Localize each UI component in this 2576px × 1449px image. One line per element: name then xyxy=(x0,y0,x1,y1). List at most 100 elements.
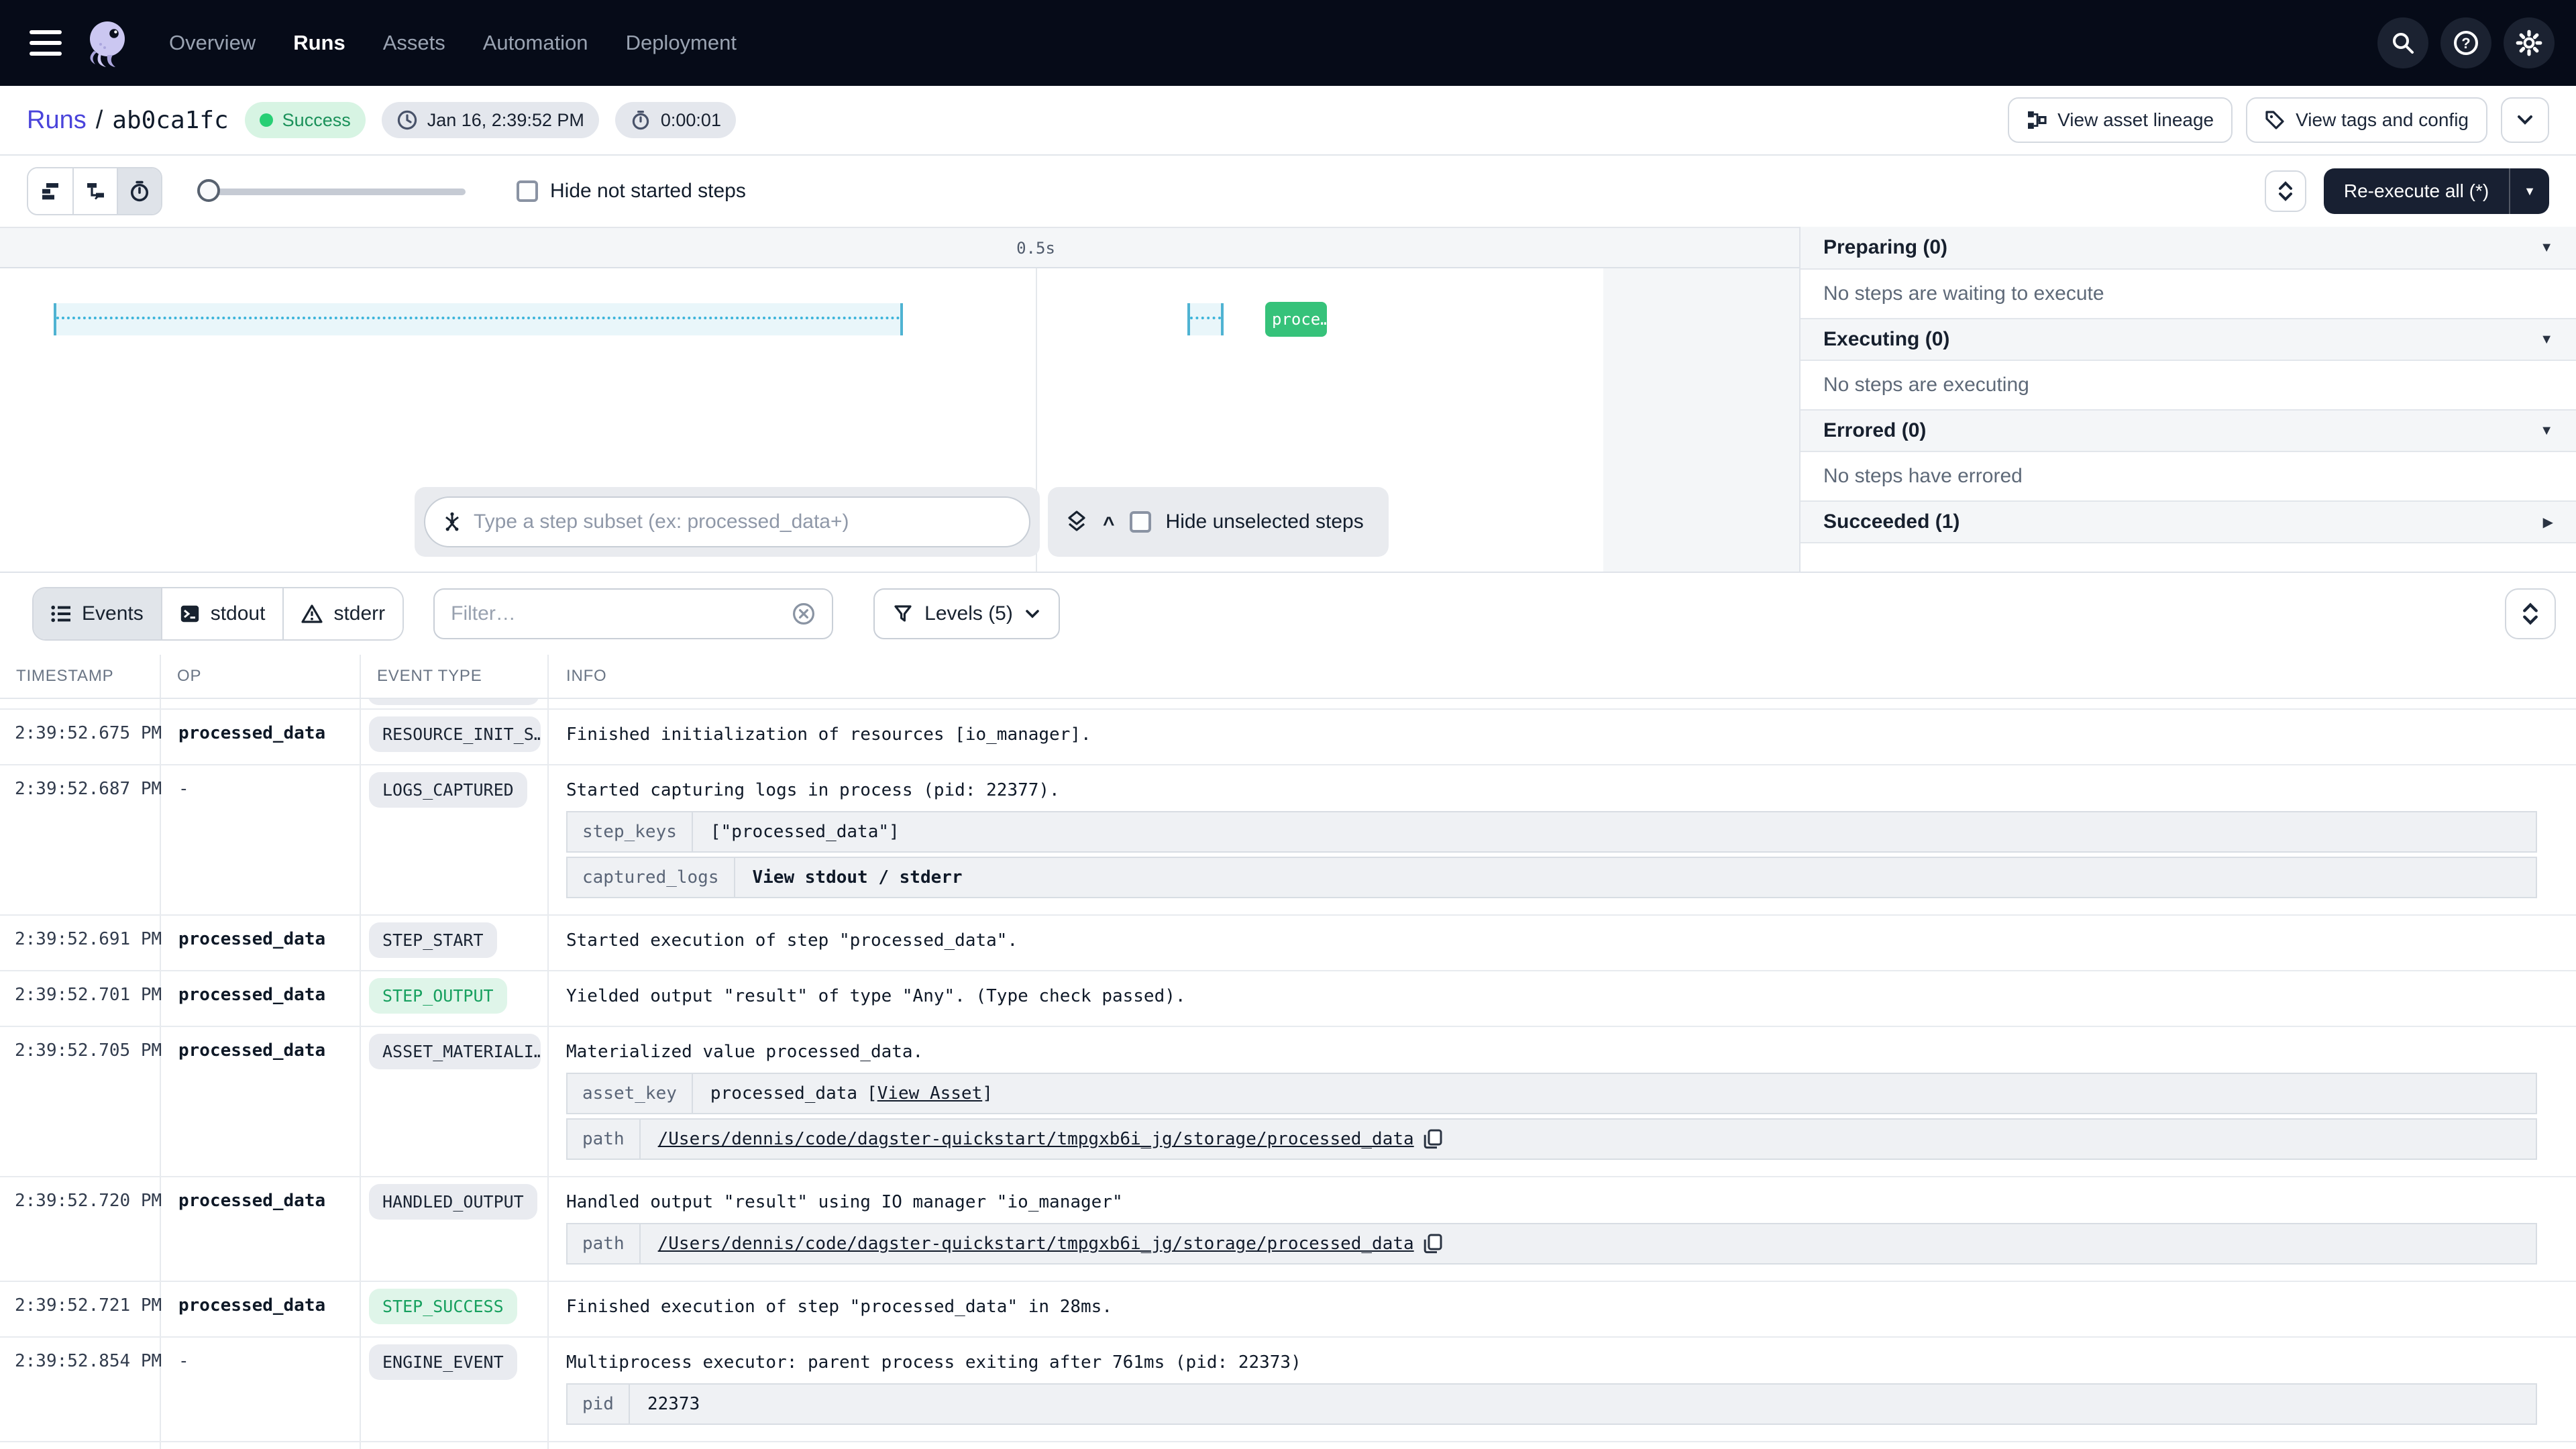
log-table-row[interactable]: 2:39:52.701 PMprocessed_dataSTEP_OUTPUTY… xyxy=(0,971,2576,1027)
hide-unselected-checkbox[interactable] xyxy=(1130,511,1151,533)
section-empty-message: No steps have errored xyxy=(1801,452,2576,500)
metadata-key: path xyxy=(568,1224,641,1263)
log-table-row[interactable]: 2:39:52.691 PMprocessed_dataSTEP_STARTSt… xyxy=(0,916,2576,971)
info-cell: Finished execution of run for "__ASSET_J… xyxy=(549,1442,2576,1449)
gantt-step-bar-processed-data[interactable]: proce… xyxy=(1265,302,1327,337)
section-header-succeeded[interactable]: Succeeded (1)▶ xyxy=(1801,500,2576,543)
view-asset-wrapper: [View Asset] xyxy=(867,1083,993,1104)
info-text: Finished execution of step "processed_da… xyxy=(566,1295,2557,1318)
timed-view-button[interactable] xyxy=(117,168,161,214)
chevron-down-icon xyxy=(2517,115,2533,125)
log-table-row[interactable]: 2:39:52.721 PMprocessed_dataSTEP_SUCCESS… xyxy=(0,1282,2576,1338)
section-header-errored[interactable]: Errored (0)▼ xyxy=(1801,409,2576,452)
flat-view-button[interactable] xyxy=(28,168,72,214)
path-link[interactable]: /Users/dennis/code/dagster-quickstart/tm… xyxy=(658,1129,1414,1149)
log-table-row[interactable]: 2:39:52.720 PMprocessed_dataHANDLED_OUTP… xyxy=(0,1177,2576,1282)
nav-item-overview[interactable]: Overview xyxy=(169,31,256,55)
event-type-chip: RESOURCE_INIT_S… xyxy=(369,716,541,752)
op-cell: processed_data xyxy=(160,1177,360,1281)
metadata-value-text: 22373 xyxy=(647,1394,700,1414)
clear-filter-icon[interactable] xyxy=(792,602,816,626)
help-button[interactable]: ? xyxy=(2440,17,2491,68)
metadata-value: ["processed_data"] xyxy=(693,812,917,851)
caret-right-icon: ▶ xyxy=(2543,514,2553,531)
captured-logs-link[interactable]: View stdout / stderr xyxy=(753,867,963,888)
tab-label: Events xyxy=(82,602,144,625)
event-metadata-table: asset_keyprocessed_data[View Asset] path /… xyxy=(566,1073,2557,1160)
nav-item-runs[interactable]: Runs xyxy=(293,31,345,55)
log-table-row[interactable]: 2:39:52.705 PMprocessed_dataASSET_MATERI… xyxy=(0,1027,2576,1177)
nav-item-automation[interactable]: Automation xyxy=(483,31,588,55)
nav-item-deployment[interactable]: Deployment xyxy=(626,31,737,55)
metadata-key: path xyxy=(568,1120,641,1159)
nav-item-assets[interactable]: Assets xyxy=(383,31,445,55)
filter-funnel-icon xyxy=(894,604,912,623)
flat-view-icon xyxy=(40,180,61,202)
hide-not-started-checkbox[interactable] xyxy=(517,180,538,202)
section-header-executing[interactable]: Executing (0)▼ xyxy=(1801,318,2576,361)
dagster-logo-icon[interactable] xyxy=(80,16,134,70)
op-selector-icon xyxy=(441,511,463,533)
view-asset-link[interactable]: View Asset xyxy=(877,1083,983,1104)
settings-button[interactable] xyxy=(2504,17,2555,68)
copy-icon[interactable] xyxy=(1424,1129,1442,1149)
gantt-tick-label: 0.5s xyxy=(1004,239,1068,258)
path-link[interactable]: /Users/dennis/code/dagster-quickstart/tm… xyxy=(658,1234,1414,1254)
hide-not-started-checkbox-row[interactable]: Hide not started steps xyxy=(517,180,746,203)
info-cell: Finished execution of step "processed_da… xyxy=(549,1282,2576,1336)
hamburger-menu-icon[interactable] xyxy=(30,30,62,56)
collapse-caret-icon[interactable]: ^ xyxy=(1103,513,1115,536)
info-text: Yielded output "result" of type "Any". (… xyxy=(566,985,2557,1008)
info-cell: Started execution of step "processed_dat… xyxy=(549,916,2576,970)
metadata-value-text: ["processed_data"] xyxy=(710,822,900,842)
info-cell: Yielded output "result" of type "Any". (… xyxy=(549,971,2576,1026)
metadata-row: asset_keyprocessed_data[View Asset] xyxy=(566,1073,2537,1114)
layers-icon[interactable] xyxy=(1065,510,1088,534)
tab-label: stdout xyxy=(211,602,266,625)
copy-icon[interactable] xyxy=(1424,1234,1442,1254)
op-cell: processed_data xyxy=(160,1282,360,1336)
help-icon: ? xyxy=(2453,30,2479,56)
top-nav: Overview Runs Assets Automation Deployment ? xyxy=(0,0,2576,86)
slider-knob[interactable] xyxy=(197,179,220,202)
run-actions-menu-button[interactable] xyxy=(2501,97,2549,143)
tab-events[interactable]: Events xyxy=(34,588,161,639)
log-table-row[interactable]: 2:39:52.857 PM-RUN_SUCCESSFinished execu… xyxy=(0,1442,2576,1449)
chevron-up-icon xyxy=(2278,181,2293,191)
tab-stderr[interactable]: stderr xyxy=(282,588,402,639)
timestamp-cell: 2:39:52.687 PM xyxy=(0,765,160,914)
reexecute-menu-button[interactable]: ▼ xyxy=(2509,168,2549,214)
gantt-expand-button[interactable] xyxy=(2265,170,2306,212)
view-tags-config-button[interactable]: View tags and config xyxy=(2246,97,2487,143)
tab-stdout[interactable]: stdout xyxy=(161,588,283,639)
chevron-down-icon xyxy=(2522,614,2538,625)
nav-links: Overview Runs Assets Automation Deployment xyxy=(169,31,737,55)
log-table-row[interactable]: 2:39:52.687 PM-LOGS_CAPTUREDStarted capt… xyxy=(0,765,2576,916)
log-filter-input[interactable]: Filter… xyxy=(433,588,833,639)
breadcrumb-runs-link[interactable]: Runs xyxy=(27,106,87,135)
step-subset-input[interactable]: Type a step subset (ex: processed_data+) xyxy=(424,496,1030,547)
search-button[interactable] xyxy=(2377,17,2428,68)
caret-down-icon: ▼ xyxy=(2540,332,2553,347)
levels-dropdown[interactable]: Levels (5) xyxy=(873,588,1060,639)
log-table-row[interactable]: 2:39:52.854 PM-ENGINE_EVENTMultiprocess … xyxy=(0,1338,2576,1442)
info-cell: Started capturing logs in process (pid: … xyxy=(549,765,2576,914)
waterfall-view-button[interactable] xyxy=(72,168,117,214)
section-title: Errored (0) xyxy=(1823,419,2540,442)
event-log-table: TIMESTAMPOPEVENT TYPEINFO RESOURCE_INIT_… xyxy=(0,655,2576,1449)
gantt-zoom-slider[interactable] xyxy=(197,179,466,203)
logs-expand-button[interactable] xyxy=(2505,588,2556,639)
metadata-value: processed_data[View Asset] xyxy=(693,1074,1010,1113)
info-text: Multiprocess executor: parent process ex… xyxy=(566,1351,2557,1374)
section-header-preparing[interactable]: Preparing (0)▼ xyxy=(1801,227,2576,270)
stopwatch-view-icon xyxy=(128,180,151,203)
log-table-row[interactable]: 2:39:52.675 PMprocessed_dataRESOURCE_INI… xyxy=(0,710,2576,765)
gantt-waiting-marker-long xyxy=(54,303,903,335)
logs-section: Events stdout stderr Filter… Levels (5) TI… xyxy=(0,572,2576,1449)
view-asset-lineage-button[interactable]: View asset lineage xyxy=(2008,97,2233,143)
section-empty-message: No steps are executing xyxy=(1801,361,2576,409)
reexecute-all-button[interactable]: Re-execute all (*) xyxy=(2324,168,2509,214)
hide-not-started-label: Hide not started steps xyxy=(550,180,746,203)
event-type-chip: ENGINE_EVENT xyxy=(369,1344,517,1380)
log-row-partial: RESOURCE_INIT_S… xyxy=(0,699,2576,710)
